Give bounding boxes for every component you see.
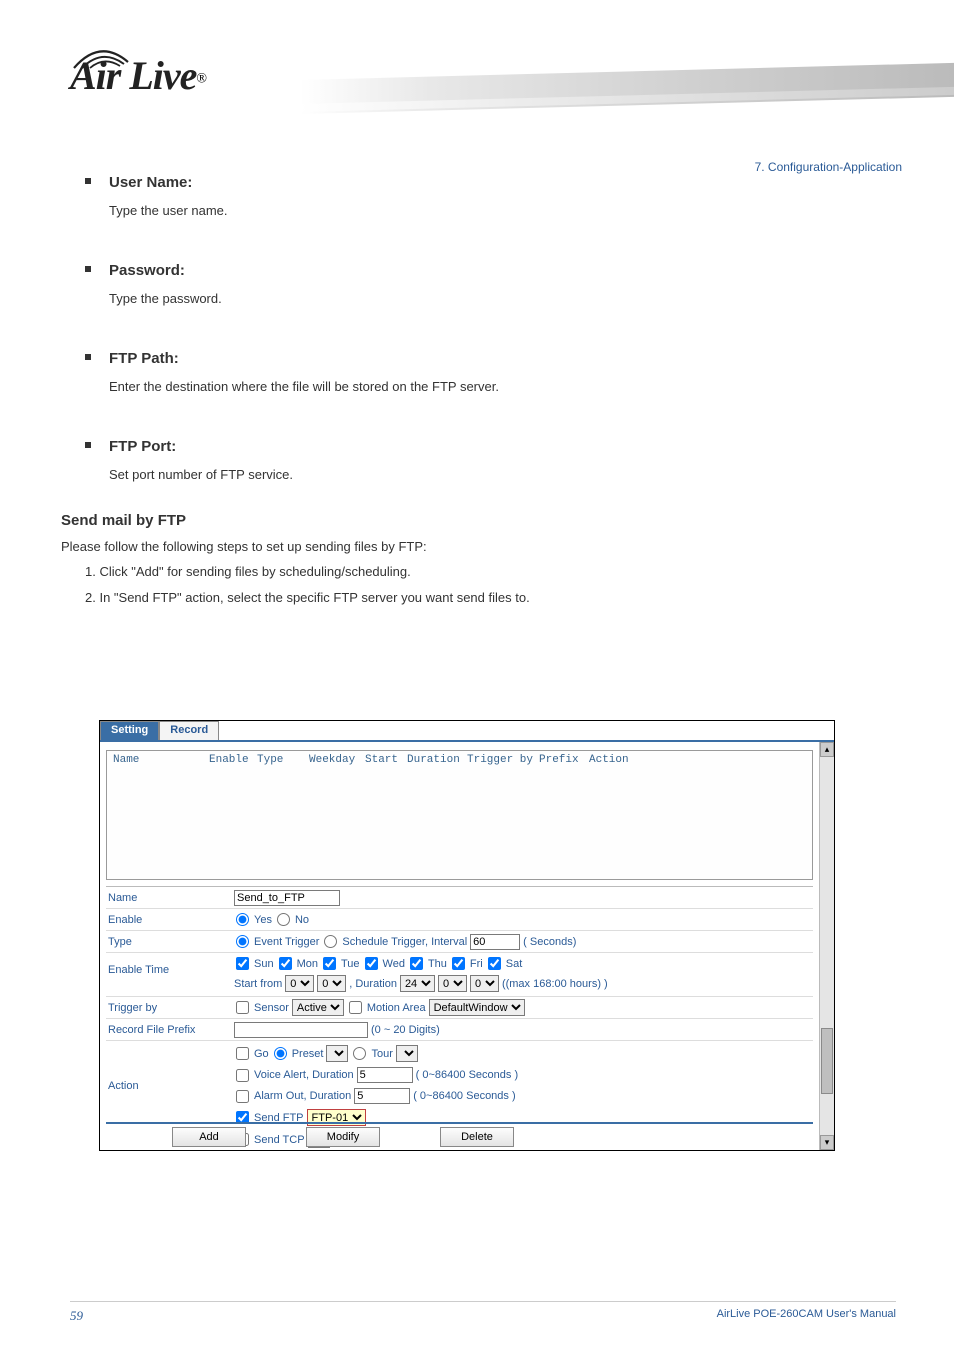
voice-check[interactable] <box>236 1069 249 1082</box>
steps-list: 1. Click "Add" for sending files by sche… <box>85 562 875 607</box>
preset-select[interactable] <box>326 1045 348 1062</box>
scroll-thumb[interactable] <box>821 1028 833 1094</box>
scroll-down-icon[interactable]: ▾ <box>820 1135 834 1150</box>
tab-setting[interactable]: Setting <box>100 721 159 740</box>
go-check[interactable] <box>236 1047 249 1060</box>
config-table: Name Enable Yes No Type Event Trigger Sc… <box>106 886 813 1150</box>
duration-h-select[interactable]: 24 <box>400 975 435 992</box>
bullet-icon <box>85 266 91 272</box>
wifi-arcs-icon <box>72 48 132 70</box>
name-input[interactable] <box>234 890 340 906</box>
label-type: Type <box>106 936 234 948</box>
type-schedule-radio[interactable] <box>324 935 337 948</box>
motion-check[interactable] <box>349 1001 362 1014</box>
duration-s-select[interactable]: 0 <box>470 975 499 992</box>
sensor-check[interactable] <box>236 1001 249 1014</box>
document-body: User Name: Type the user name. Password:… <box>85 160 875 641</box>
embedded-app-screenshot: Setting Record Name Enable Type Weekday … <box>99 720 835 1151</box>
footer-model: AirLive POE-260CAM User's Manual <box>717 1308 896 1324</box>
bullet-head: Password: <box>109 254 185 283</box>
voice-duration-input[interactable] <box>357 1067 413 1083</box>
bullet-icon <box>85 178 91 184</box>
list-header: Name Enable Type Weekday Start Duration … <box>107 751 812 769</box>
enable-yes-radio[interactable] <box>236 913 249 926</box>
day-sun-check[interactable] <box>236 957 249 970</box>
section-title: Send mail by FTP <box>61 510 875 533</box>
start-min-select[interactable]: 0 <box>317 975 346 992</box>
bullet-body: Enter the destination where the file wil… <box>109 377 875 397</box>
interval-input[interactable] <box>470 934 520 950</box>
preset-radio[interactable] <box>274 1047 287 1060</box>
label-trigger-by: Trigger by <box>106 1002 234 1014</box>
scroll-up-icon[interactable]: ▴ <box>820 742 834 757</box>
label-name: Name <box>106 892 234 904</box>
bullet-body: Type the user name. <box>109 201 875 221</box>
prefix-input[interactable] <box>234 1022 368 1038</box>
tab-bar: Setting Record <box>100 721 834 742</box>
add-button[interactable]: Add <box>172 1127 246 1147</box>
vertical-scrollbar[interactable]: ▴ ▾ <box>819 742 834 1150</box>
label-action: Action <box>106 1044 234 1092</box>
start-hour-select[interactable]: 0 <box>285 975 314 992</box>
sensor-select[interactable]: Active <box>292 999 344 1016</box>
delete-button[interactable]: Delete <box>440 1127 514 1147</box>
rules-listbox[interactable]: Name Enable Type Weekday Start Duration … <box>106 750 813 880</box>
tour-select[interactable] <box>396 1045 418 1062</box>
duration-m-select[interactable]: 0 <box>438 975 467 992</box>
page-number: 59 <box>70 1308 83 1324</box>
button-row: Add Modify Delete <box>106 1122 813 1150</box>
modify-button[interactable]: Modify <box>306 1127 380 1147</box>
tour-radio[interactable] <box>353 1047 366 1060</box>
bullet-body: Set port number of FTP service. <box>109 465 875 485</box>
label-enable: Enable <box>106 914 234 926</box>
bullet-icon <box>85 442 91 448</box>
tab-record[interactable]: Record <box>159 721 219 740</box>
day-sat-check[interactable] <box>488 957 501 970</box>
day-tue-check[interactable] <box>323 957 336 970</box>
alarm-duration-input[interactable] <box>354 1088 410 1104</box>
bullet-head: FTP Path: <box>109 342 179 371</box>
step-item: 2. In "Send FTP" action, select the spec… <box>85 588 875 608</box>
enable-no-radio[interactable] <box>277 913 290 926</box>
day-mon-check[interactable] <box>279 957 292 970</box>
bullet-icon <box>85 354 91 360</box>
motion-select[interactable]: DefaultWindow <box>429 999 525 1016</box>
bullet-body: Type the password. <box>109 289 875 309</box>
label-enable-time: Enable Time <box>106 956 234 976</box>
bullet-head: FTP Port: <box>109 430 176 459</box>
page-footer: 59 AirLive POE-260CAM User's Manual <box>70 1301 896 1324</box>
bullet-head: User Name: <box>109 166 192 195</box>
page-header: Air Live® 7. Configuration-Application <box>0 0 954 150</box>
section-desc: Please follow the following steps to set… <box>61 537 875 557</box>
day-fri-check[interactable] <box>452 957 465 970</box>
alarm-check[interactable] <box>236 1090 249 1103</box>
registered-mark: ® <box>196 72 207 87</box>
type-event-radio[interactable] <box>236 935 249 948</box>
step-item: 1. Click "Add" for sending files by sche… <box>85 562 875 582</box>
day-wed-check[interactable] <box>365 957 378 970</box>
brand-logo: Air Live® <box>70 52 207 99</box>
label-prefix: Record File Prefix <box>106 1024 234 1036</box>
day-thu-check[interactable] <box>410 957 423 970</box>
